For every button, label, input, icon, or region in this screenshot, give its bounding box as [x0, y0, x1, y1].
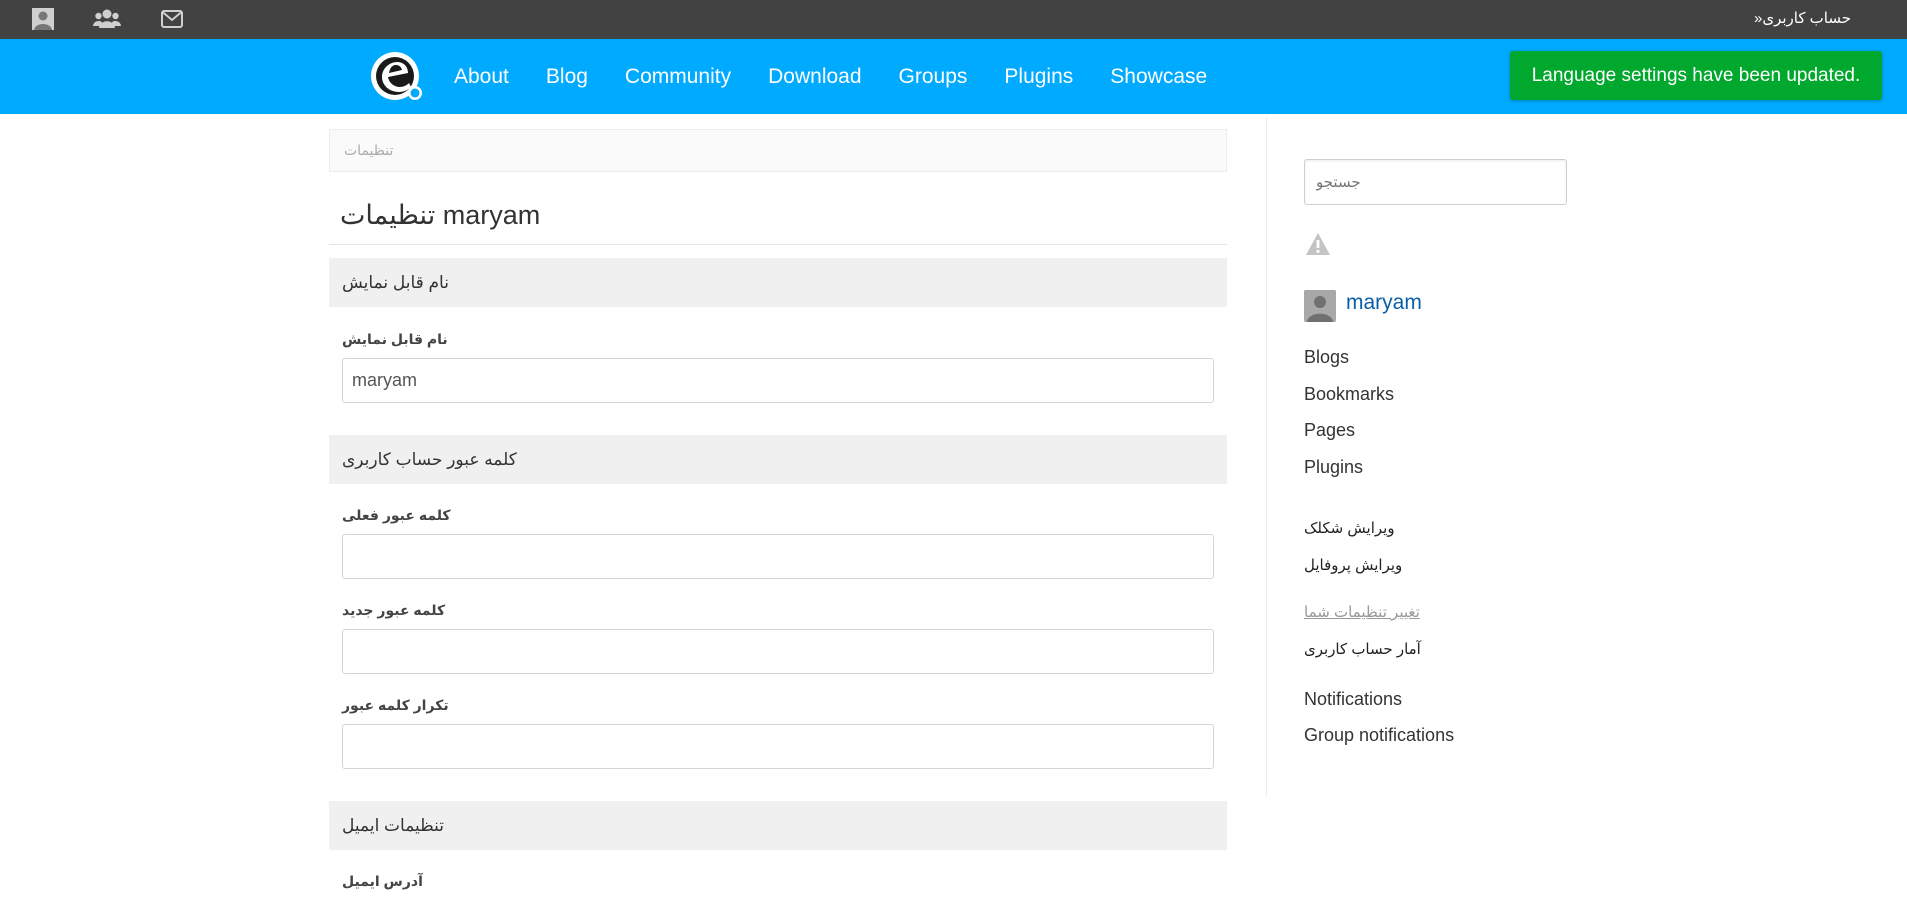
new-password-input[interactable] — [342, 629, 1214, 674]
title-divider — [329, 244, 1227, 245]
new-password-label: کلمه عبور جدید — [342, 602, 446, 618]
messages-icon[interactable] — [160, 7, 184, 31]
account-menu-label: حساب کاربری — [1762, 10, 1851, 27]
nav-about[interactable]: About — [454, 63, 509, 93]
profile-name-link[interactable]: maryam — [1346, 291, 1422, 315]
repeat-password-label: تکرار کلمه عبور — [342, 697, 449, 713]
section-display-name: نام قابل نمایش — [329, 258, 1227, 307]
main-nav: About Blog Community Download Groups Plu… — [454, 63, 1244, 93]
sidebar-item-bookmarks[interactable]: Bookmarks — [1304, 384, 1394, 405]
account-menu[interactable]: حساب کاربری« — [1748, 9, 1851, 27]
sidebar-item-blogs[interactable]: Blogs — [1304, 347, 1349, 368]
nav-plugins[interactable]: Plugins — [1004, 63, 1073, 93]
current-password-input[interactable] — [342, 534, 1214, 579]
current-password-label: کلمه عبور فعلی — [342, 507, 451, 523]
sidebar-item-account-stats[interactable]: آمار حساب کاربری — [1304, 640, 1421, 658]
page-title: تنظیمات maryam — [340, 200, 541, 230]
section-password: کلمه عبور حساب کاربری — [329, 435, 1227, 484]
sidebar-item-notifications[interactable]: Notifications — [1304, 689, 1402, 710]
repeat-password-input[interactable] — [342, 724, 1214, 769]
nav-groups[interactable]: Groups — [899, 63, 968, 93]
search-input[interactable] — [1304, 159, 1567, 205]
sidebar-divider — [1266, 117, 1267, 797]
email-address-label: آدرس ایمیل — [342, 873, 423, 889]
topbar: حساب کاربری« — [0, 0, 1907, 39]
avatar-icon[interactable] — [31, 7, 55, 31]
sidebar-item-pages[interactable]: Pages — [1304, 420, 1355, 441]
breadcrumb[interactable]: تنظیمات — [329, 129, 1227, 172]
friends-icon[interactable] — [93, 7, 121, 31]
nav-community[interactable]: Community — [625, 63, 731, 93]
nav-blog[interactable]: Blog — [546, 63, 588, 93]
section-email: تنظیمات ایمیل — [329, 801, 1227, 850]
site-logo[interactable] — [369, 50, 425, 102]
sidebar-item-edit-profile[interactable]: ویرایش پروفایل — [1304, 556, 1402, 574]
display-name-label: نام قابل نمایش — [342, 331, 448, 347]
warning-icon — [1306, 233, 1330, 255]
sidebar-item-plugins[interactable]: Plugins — [1304, 457, 1363, 478]
nav-download[interactable]: Download — [768, 63, 861, 93]
success-toast[interactable]: Language settings have been updated. — [1510, 51, 1882, 100]
sidebar-item-group-notifications[interactable]: Group notifications — [1304, 725, 1454, 746]
nav-showcase[interactable]: Showcase — [1110, 63, 1207, 93]
user-avatar[interactable] — [1304, 290, 1336, 322]
sidebar-item-edit-avatar[interactable]: ویرایش شکلک — [1304, 519, 1395, 537]
display-name-input[interactable] — [342, 358, 1214, 403]
sidebar-item-change-settings[interactable]: تغییر تنظیمات شما — [1304, 603, 1420, 621]
